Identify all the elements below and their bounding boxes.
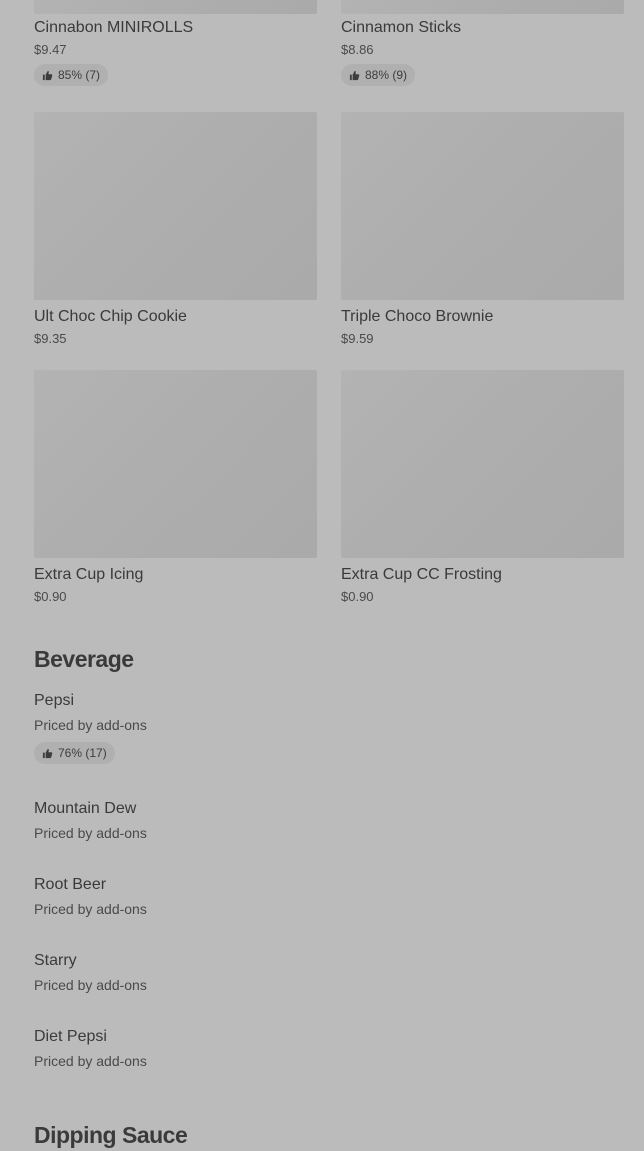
list-item[interactable]: Starry Priced by add-ons xyxy=(34,951,147,994)
product-card[interactable]: Cinnamon Sticks $8.86 88% (9) xyxy=(341,0,624,86)
rating-text: 76% (17) xyxy=(58,746,107,760)
list-item[interactable]: Root Beer Priced by add-ons xyxy=(34,875,147,918)
product-row: Cinnabon MINIROLLS $9.47 85% (7) Cinnamo… xyxy=(34,0,624,86)
rating-text: 88% (9) xyxy=(365,68,408,82)
thumbs-up-icon xyxy=(42,748,53,758)
item-price-note: Priced by add-ons xyxy=(34,1053,147,1069)
item-name: Diet Pepsi xyxy=(34,1028,107,1045)
item-name: Mountain Dew xyxy=(34,800,137,817)
item-price-note: Priced by add-ons xyxy=(34,825,147,841)
product-name: Ult Choc Chip Cookie xyxy=(34,308,187,325)
product-price: $9.59 xyxy=(341,331,374,346)
product-card[interactable]: Ult Choc Chip Cookie $9.35 xyxy=(34,112,317,347)
product-card[interactable]: Cinnabon MINIROLLS $9.47 85% (7) xyxy=(34,0,317,86)
thumbs-up-icon xyxy=(42,70,53,80)
product-name: Extra Cup Icing xyxy=(34,566,144,583)
product-card[interactable]: Triple Choco Brownie $9.59 xyxy=(341,112,624,347)
product-price: $0.90 xyxy=(34,589,67,604)
list-item[interactable]: Pepsi Priced by add-ons 76% (17) xyxy=(34,691,147,764)
list-item[interactable]: Mountain Dew Priced by add-ons xyxy=(34,799,147,842)
item-name: Root Beer xyxy=(34,876,107,893)
item-price-note: Priced by add-ons xyxy=(34,717,147,733)
list-item[interactable]: Diet Pepsi Priced by add-ons xyxy=(34,1027,147,1070)
product-card[interactable]: Extra Cup CC Frosting $0.90 xyxy=(341,370,624,605)
product-row: Ult Choc Chip Cookie $9.35 Triple Choco … xyxy=(34,112,624,347)
product-name: Extra Cup CC Frosting xyxy=(341,566,502,583)
item-price-note: Priced by add-ons xyxy=(34,977,147,993)
rating-badge: 85% (7) xyxy=(34,64,109,86)
item-price-note: Priced by add-ons xyxy=(34,901,147,917)
product-image xyxy=(341,112,624,300)
product-image xyxy=(34,112,317,300)
product-image xyxy=(341,370,624,558)
product-price: $0.90 xyxy=(341,589,374,604)
product-price: $9.35 xyxy=(34,331,67,346)
rating-badge: 88% (9) xyxy=(341,64,416,86)
product-row: Extra Cup Icing $0.90 Extra Cup CC Frost… xyxy=(34,370,624,605)
product-name: Cinnabon MINIROLLS xyxy=(34,19,194,36)
product-image xyxy=(34,370,317,558)
thumbs-up-icon xyxy=(349,70,360,80)
product-card[interactable]: Extra Cup Icing $0.90 xyxy=(34,370,317,605)
product-price: $8.86 xyxy=(341,42,374,57)
product-image xyxy=(341,0,624,14)
section-title-dipping-sauce: Dipping Sauce xyxy=(34,1122,188,1148)
product-name: Cinnamon Sticks xyxy=(341,19,462,36)
product-price: $9.47 xyxy=(34,42,67,57)
product-image xyxy=(34,0,317,14)
rating-badge: 76% (17) xyxy=(34,742,115,764)
product-name: Triple Choco Brownie xyxy=(341,308,494,325)
item-name: Pepsi xyxy=(34,692,75,709)
section-title-beverage: Beverage xyxy=(34,646,134,672)
rating-text: 85% (7) xyxy=(58,68,101,82)
item-name: Starry xyxy=(34,952,77,969)
